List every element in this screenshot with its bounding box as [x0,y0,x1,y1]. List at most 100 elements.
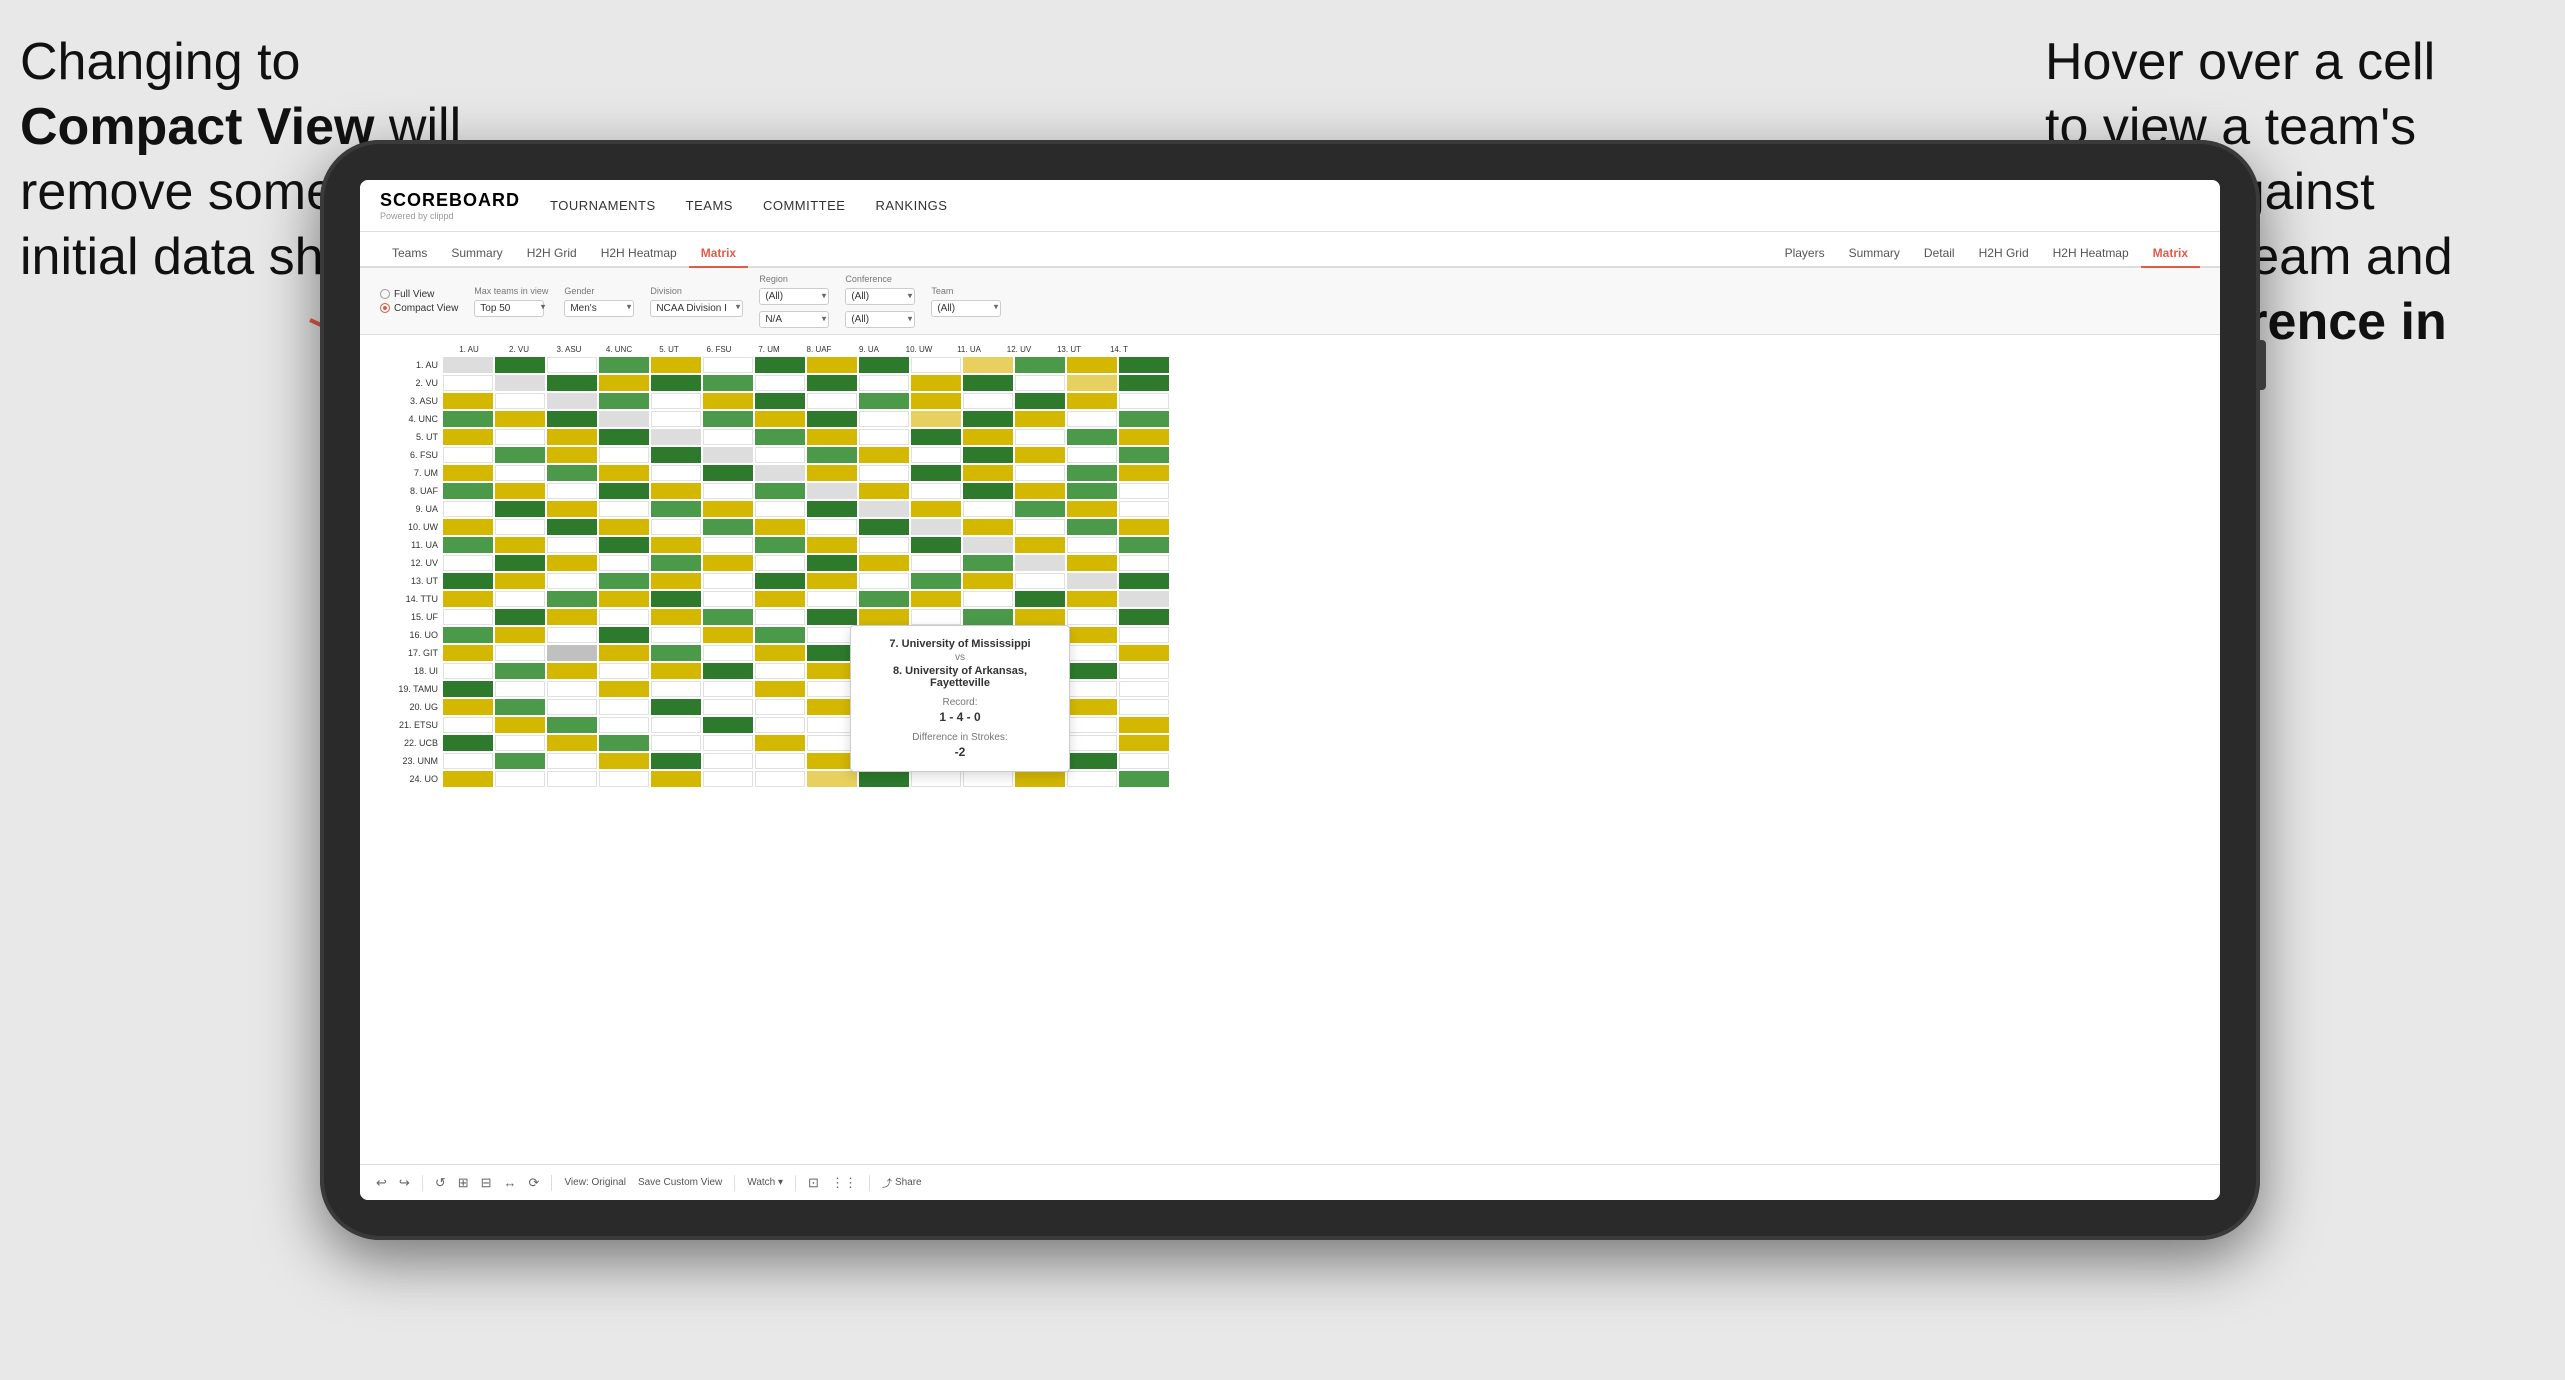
matrix-cell[interactable] [859,357,909,373]
matrix-cell[interactable] [755,663,805,679]
matrix-cell[interactable] [651,645,701,661]
matrix-cell[interactable] [703,573,753,589]
matrix-cell[interactable] [807,447,857,463]
matrix-cell[interactable] [495,537,545,553]
matrix-cell[interactable] [755,573,805,589]
matrix-cell[interactable] [911,771,961,787]
matrix-cell[interactable] [755,681,805,697]
matrix-cell[interactable] [443,357,493,373]
max-teams-select[interactable]: Top 50 [474,300,544,317]
matrix-cell[interactable] [651,483,701,499]
matrix-cell[interactable] [443,681,493,697]
matrix-cell[interactable] [859,465,909,481]
matrix-cell[interactable] [859,573,909,589]
matrix-cell[interactable] [1067,753,1117,769]
matrix-cell[interactable] [755,717,805,733]
matrix-cell[interactable] [1067,501,1117,517]
matrix-cell[interactable] [443,429,493,445]
matrix-cell[interactable] [495,681,545,697]
matrix-cell[interactable] [495,771,545,787]
conference-select-2[interactable]: (All) [845,311,915,328]
matrix-cell[interactable] [859,519,909,535]
matrix-cell[interactable] [1119,627,1169,643]
matrix-cell[interactable] [547,357,597,373]
matrix-cell[interactable] [1119,447,1169,463]
matrix-cell[interactable] [755,699,805,715]
matrix-cell[interactable] [495,393,545,409]
tab-matrix-right[interactable]: Matrix [2141,246,2200,268]
tab-h2h-grid[interactable]: H2H Grid [515,246,589,268]
matrix-cell[interactable] [755,591,805,607]
matrix-cell[interactable] [1015,465,1065,481]
matrix-cell[interactable] [963,519,1013,535]
matrix-cell[interactable] [1067,411,1117,427]
matrix-cell[interactable] [651,447,701,463]
grid-icon[interactable]: ⊞ [458,1175,469,1191]
matrix-cell[interactable] [599,483,649,499]
matrix-cell[interactable] [859,375,909,391]
matrix-cell[interactable] [703,753,753,769]
matrix-cell[interactable] [859,537,909,553]
undo-icon[interactable]: ↩ [376,1175,387,1191]
matrix-cell[interactable] [755,519,805,535]
matrix-cell[interactable] [651,735,701,751]
matrix-cell[interactable] [1067,735,1117,751]
matrix-cell[interactable] [963,591,1013,607]
matrix-cell[interactable] [443,465,493,481]
matrix-cell[interactable] [1067,699,1117,715]
matrix-cell[interactable] [755,555,805,571]
matrix-cell[interactable] [1119,735,1169,751]
matrix-cell[interactable] [963,447,1013,463]
matrix-cell[interactable] [651,699,701,715]
matrix-cell[interactable] [703,663,753,679]
matrix-cell[interactable] [1015,447,1065,463]
matrix-cell[interactable] [807,375,857,391]
matrix-cell[interactable] [1119,501,1169,517]
matrix-cell[interactable] [443,609,493,625]
matrix-cell[interactable] [443,555,493,571]
matrix-cell[interactable] [1119,483,1169,499]
matrix-cell[interactable] [1015,771,1065,787]
matrix-cell[interactable] [807,537,857,553]
matrix-cell[interactable] [1067,609,1117,625]
matrix-cell[interactable] [1067,375,1117,391]
matrix-cell[interactable] [599,573,649,589]
matrix-cell[interactable] [1119,663,1169,679]
matrix-cell[interactable] [599,681,649,697]
refresh-icon[interactable]: ↺ [435,1175,446,1191]
matrix-cell[interactable] [755,411,805,427]
matrix-cell[interactable] [911,591,961,607]
matrix-cell[interactable] [651,537,701,553]
matrix-cell[interactable] [1119,555,1169,571]
matrix-cell[interactable] [911,609,961,625]
matrix-cell[interactable] [1067,627,1117,643]
matrix-cell[interactable] [495,357,545,373]
tab-h2h-heatmap-right[interactable]: H2H Heatmap [2041,246,2141,268]
matrix-cell[interactable] [651,591,701,607]
matrix-cell[interactable] [1119,537,1169,553]
matrix-cell[interactable] [755,735,805,751]
matrix-cell[interactable] [547,501,597,517]
matrix-cell[interactable] [547,555,597,571]
matrix-cell[interactable] [495,627,545,643]
matrix-cell[interactable] [495,447,545,463]
matrix-cell[interactable] [1067,447,1117,463]
resize-icon[interactable]: ↔ [504,1175,517,1190]
matrix-cell[interactable] [599,627,649,643]
matrix-cell[interactable] [755,645,805,661]
matrix-cell[interactable] [599,717,649,733]
matrix-cell[interactable] [755,753,805,769]
matrix-cell[interactable] [443,699,493,715]
matrix-cell[interactable] [1067,681,1117,697]
matrix-cell[interactable] [1067,573,1117,589]
tab-summary-right[interactable]: Summary [1837,246,1912,268]
matrix-cell[interactable] [703,429,753,445]
matrix-cell[interactable] [703,555,753,571]
matrix-cell[interactable] [495,609,545,625]
matrix-cell[interactable] [599,663,649,679]
tab-h2h-grid-right[interactable]: H2H Grid [1967,246,2041,268]
matrix-cell[interactable] [911,393,961,409]
matrix-cell[interactable] [443,663,493,679]
matrix-cell[interactable] [1015,591,1065,607]
tab-h2h-heatmap[interactable]: H2H Heatmap [589,246,689,268]
